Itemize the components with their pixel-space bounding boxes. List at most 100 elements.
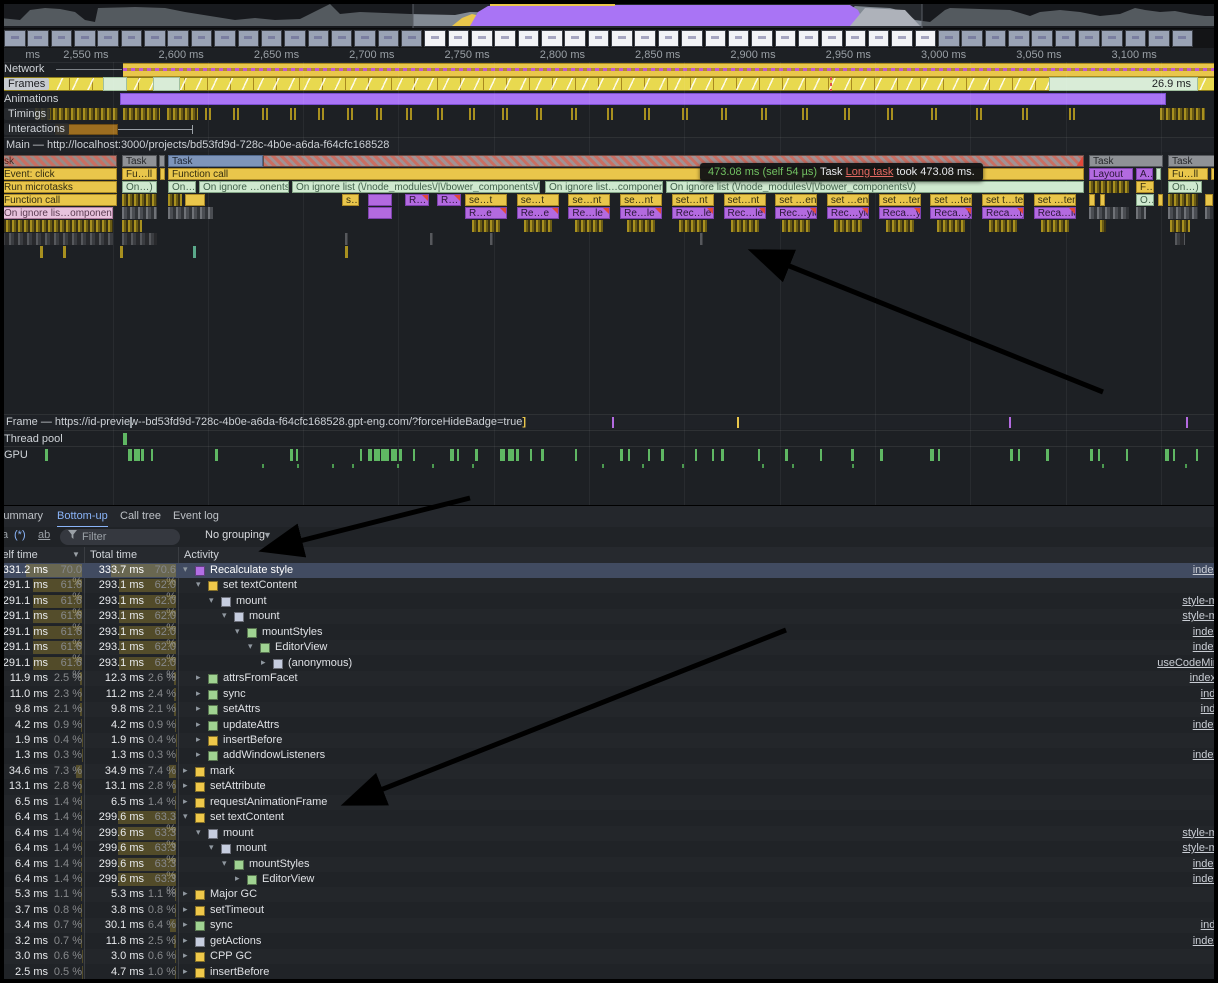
gpu-activity-bar[interactable] bbox=[930, 449, 934, 461]
flame-block[interactable]: On…) bbox=[122, 181, 157, 193]
gpu-activity-bar[interactable] bbox=[541, 449, 544, 461]
tree-expander-icon[interactable]: ▸ bbox=[183, 919, 188, 930]
flame-block[interactable] bbox=[1168, 194, 1198, 206]
gpu-activity-bar[interactable] bbox=[628, 449, 630, 461]
screenshot-thumbnail[interactable] bbox=[1172, 30, 1194, 47]
screenshot-thumbnail[interactable] bbox=[798, 30, 820, 47]
screenshot-thumbnail[interactable] bbox=[845, 30, 867, 47]
gpu-activity-bar[interactable] bbox=[141, 449, 144, 461]
flame-block[interactable]: On ignore list…components\/) bbox=[545, 181, 663, 193]
flame-block[interactable]: On ignore lis…omponents\/) bbox=[0, 207, 113, 219]
table-row[interactable]: 5.3 ms1.1 %5.3 ms1.1 %▸Major GC bbox=[0, 887, 1218, 902]
flame-block[interactable]: On ignore list (\/node_modules\/|\/bower… bbox=[666, 181, 1084, 193]
flame-block[interactable]: se…t bbox=[465, 194, 507, 206]
tree-expander-icon[interactable]: ▾ bbox=[183, 564, 188, 575]
table-row[interactable]: 3.2 ms0.7 %11.8 ms2.5 %▸getActionsindex.… bbox=[0, 934, 1218, 949]
table-row[interactable]: 9.8 ms2.1 %9.8 ms2.1 %▸setAttrsindex. bbox=[0, 702, 1218, 717]
source-link[interactable]: index.js bbox=[1193, 749, 1218, 761]
tab-summary[interactable]: Summary bbox=[0, 506, 43, 526]
screenshot-thumbnail[interactable] bbox=[1055, 30, 1077, 47]
thread-pool-bar[interactable] bbox=[123, 433, 127, 445]
tree-expander-icon[interactable]: ▾ bbox=[196, 579, 201, 590]
screenshot-thumbnail[interactable] bbox=[51, 30, 73, 47]
source-link[interactable]: index.js bbox=[1193, 719, 1218, 731]
flame-block[interactable]: R… bbox=[405, 194, 429, 206]
screenshot-thumbnail[interactable] bbox=[1101, 30, 1123, 47]
flame-block[interactable]: Event: click bbox=[0, 168, 117, 180]
flame-block[interactable]: O… bbox=[1136, 194, 1154, 206]
tree-expander-icon[interactable]: ▸ bbox=[196, 688, 201, 699]
screenshot-thumbnail[interactable] bbox=[167, 30, 189, 47]
gpu-activity-bar[interactable] bbox=[851, 449, 854, 461]
tree-expander-icon[interactable]: ▸ bbox=[183, 904, 188, 915]
screenshot-thumbnail[interactable] bbox=[1031, 30, 1053, 47]
tree-expander-icon[interactable]: ▸ bbox=[261, 657, 266, 668]
flame-block[interactable]: Fu…ll bbox=[1168, 168, 1208, 180]
source-link[interactable]: useCodeMirror bbox=[1157, 657, 1218, 669]
flame-block[interactable] bbox=[120, 246, 123, 258]
flame-block[interactable] bbox=[1089, 194, 1095, 206]
screenshot-thumbnail[interactable] bbox=[938, 30, 960, 47]
flame-block[interactable]: set …ent bbox=[775, 194, 817, 206]
flame-block[interactable] bbox=[160, 168, 165, 180]
gpu-activity-bar[interactable] bbox=[1046, 449, 1049, 461]
animations-bar[interactable] bbox=[120, 93, 1166, 105]
table-row[interactable]: 6.4 ms1.4 %299.6 ms63.3 %▾mountStylesind… bbox=[0, 857, 1218, 872]
gpu-activity-bar[interactable] bbox=[721, 449, 724, 461]
flame-block[interactable]: sk bbox=[0, 155, 117, 167]
tree-expander-icon[interactable]: ▸ bbox=[235, 873, 240, 884]
flame-block[interactable]: On…) bbox=[168, 181, 196, 193]
table-row[interactable]: 6.4 ms1.4 %299.6 ms63.3 %▸EditorViewinde… bbox=[0, 872, 1218, 887]
flame-block[interactable]: Re…le bbox=[620, 207, 662, 219]
tree-expander-icon[interactable]: ▸ bbox=[196, 672, 201, 683]
flame-block[interactable] bbox=[1175, 233, 1185, 245]
interactions-track[interactable]: Interactions bbox=[0, 122, 1218, 137]
screenshot-thumbnail[interactable] bbox=[121, 30, 143, 47]
screenshot-thumbnail[interactable] bbox=[518, 30, 540, 47]
gpu-activity-bar[interactable] bbox=[134, 449, 140, 461]
flame-block[interactable] bbox=[430, 233, 433, 245]
thread-pool-track[interactable]: Thread pool bbox=[0, 430, 1218, 447]
source-link[interactable]: index.js bbox=[1193, 935, 1218, 947]
screenshot-thumbnail[interactable] bbox=[284, 30, 306, 47]
screenshot-thumbnail[interactable] bbox=[915, 30, 937, 47]
source-link[interactable]: index. bbox=[1201, 703, 1218, 715]
gpu-activity-bar[interactable] bbox=[413, 449, 415, 461]
tree-expander-icon[interactable]: ▸ bbox=[183, 765, 188, 776]
screenshot-thumbnail[interactable] bbox=[868, 30, 890, 47]
screenshot-thumbnail[interactable] bbox=[471, 30, 493, 47]
tree-expander-icon[interactable]: ▸ bbox=[196, 749, 201, 760]
gpu-activity-bar[interactable] bbox=[508, 449, 514, 461]
source-link[interactable]: style-mod bbox=[1182, 827, 1218, 839]
source-link[interactable]: index.js: bbox=[1190, 672, 1218, 684]
gpu-activity-bar[interactable] bbox=[785, 449, 788, 461]
screenshot-thumbnail[interactable] bbox=[611, 30, 633, 47]
flame-block[interactable]: Rec…le bbox=[672, 207, 714, 219]
table-row[interactable]: 3.0 ms0.6 %3.0 ms0.6 %▸CPP GC bbox=[0, 949, 1218, 964]
flame-block[interactable]: A… bbox=[1136, 168, 1153, 180]
tree-expander-icon[interactable]: ▸ bbox=[183, 888, 188, 899]
flame-block[interactable]: set…nt bbox=[724, 194, 766, 206]
tree-expander-icon[interactable]: ▾ bbox=[196, 827, 201, 838]
tree-expander-icon[interactable]: ▸ bbox=[196, 703, 201, 714]
table-row[interactable]: 4.2 ms0.9 %4.2 ms0.9 %▸updateAttrsindex.… bbox=[0, 718, 1218, 733]
flame-block[interactable] bbox=[1205, 194, 1213, 206]
network-track[interactable]: Network bbox=[0, 62, 1218, 76]
flame-block[interactable] bbox=[1211, 168, 1216, 180]
tree-expander-icon[interactable]: ▸ bbox=[183, 966, 188, 977]
table-row[interactable]: 6.4 ms1.4 %299.6 ms63.3 %▾mountstyle-mod bbox=[0, 841, 1218, 856]
gpu-activity-bar[interactable] bbox=[1010, 449, 1013, 461]
screenshot-thumbnail[interactable] bbox=[424, 30, 446, 47]
gpu-activity-bar[interactable] bbox=[516, 449, 519, 461]
flame-block[interactable] bbox=[345, 233, 348, 245]
flame-block[interactable] bbox=[1089, 207, 1129, 219]
flame-block[interactable] bbox=[159, 155, 165, 167]
screenshot-thumbnail[interactable] bbox=[681, 30, 703, 47]
source-link[interactable]: index.js bbox=[1193, 564, 1218, 576]
flame-block[interactable] bbox=[63, 246, 66, 258]
flame-block[interactable]: F…l bbox=[1136, 181, 1154, 193]
table-row[interactable]: 6.5 ms1.4 %6.5 ms1.4 %▸requestAnimationF… bbox=[0, 795, 1218, 810]
grouping-select[interactable]: No grouping bbox=[205, 529, 265, 541]
frame-duration-badge[interactable]: 26.9 ms bbox=[1049, 77, 1198, 91]
flame-block[interactable] bbox=[1205, 207, 1213, 219]
